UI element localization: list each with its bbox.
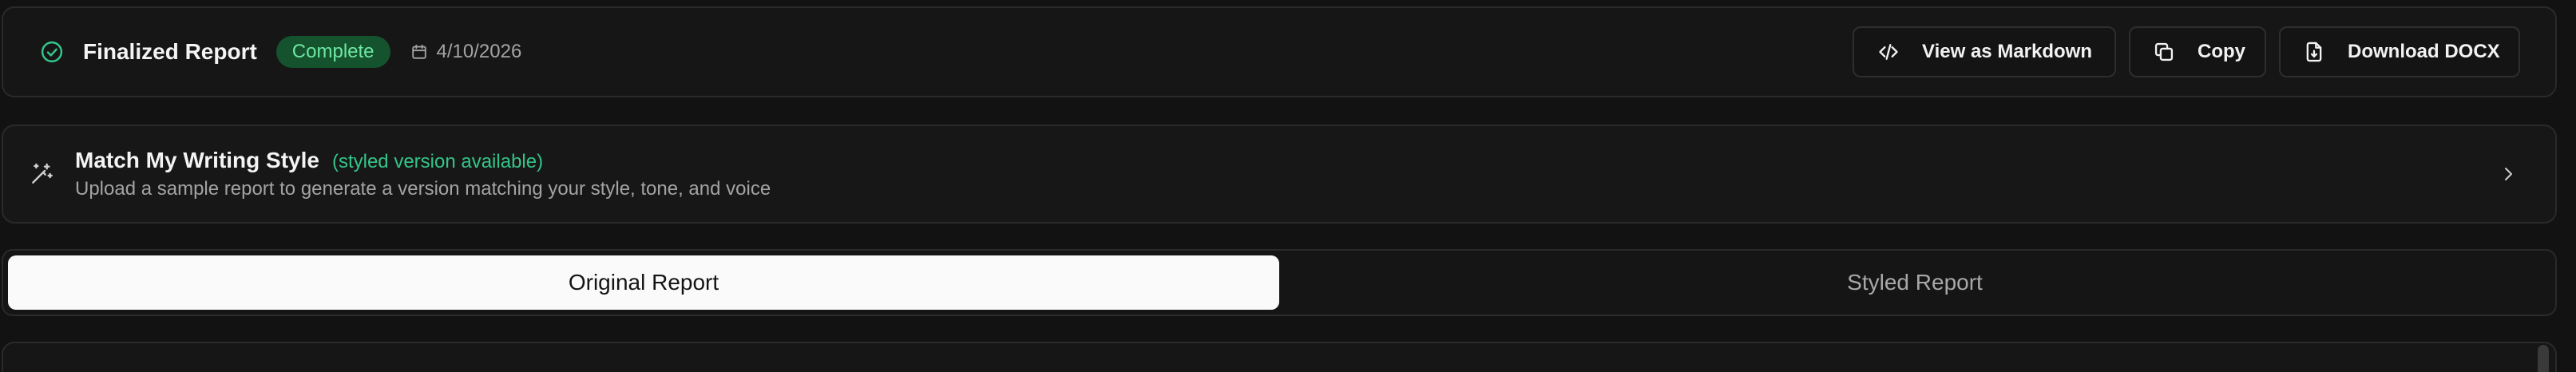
report-actions: View as Markdown Copy Download DOCX xyxy=(1840,26,2520,77)
code-icon xyxy=(1877,40,1900,64)
view-markdown-button[interactable]: View as Markdown xyxy=(1853,26,2116,77)
status-badge: Complete xyxy=(275,36,390,68)
report-content-panel xyxy=(2,342,2557,372)
style-card-text: Match My Writing Style (styled version a… xyxy=(75,148,2496,200)
style-card-title: Match My Writing Style xyxy=(75,148,319,172)
copy-icon xyxy=(2153,40,2175,64)
report-date: 4/10/2026 xyxy=(436,41,522,62)
download-docx-label: Download DOCX xyxy=(2348,41,2500,62)
match-writing-style-card[interactable]: Match My Writing Style (styled version a… xyxy=(2,125,2557,224)
style-title-row: Match My Writing Style (styled version a… xyxy=(75,148,2496,173)
view-markdown-label: View as Markdown xyxy=(1922,41,2092,62)
download-docx-button[interactable]: Download DOCX xyxy=(2279,26,2520,77)
report-meta: Finalized Report Complete 4/10/2026 xyxy=(38,36,1840,68)
circle-check-icon xyxy=(38,38,65,65)
report-header: Finalized Report Complete 4/10/2026 View… xyxy=(2,6,2557,97)
report-tabs: Original Report Styled Report xyxy=(2,249,2557,316)
file-download-icon xyxy=(2303,40,2325,64)
tab-styled-report[interactable]: Styled Report xyxy=(1279,255,2550,310)
copy-button[interactable]: Copy xyxy=(2129,26,2266,77)
report-page: Finalized Report Complete 4/10/2026 View… xyxy=(0,0,2576,372)
chevron-right-icon xyxy=(2496,162,2520,186)
copy-label: Copy xyxy=(2198,41,2245,62)
tab-original-report[interactable]: Original Report xyxy=(8,255,1279,310)
calendar-icon xyxy=(410,42,429,61)
content-scrollbar[interactable] xyxy=(2538,345,2549,372)
styled-available-note: (styled version available) xyxy=(331,151,544,172)
report-title: Finalized Report xyxy=(83,39,257,64)
style-card-description: Upload a sample report to generate a ver… xyxy=(75,178,771,200)
magic-wand-icon xyxy=(27,160,56,188)
